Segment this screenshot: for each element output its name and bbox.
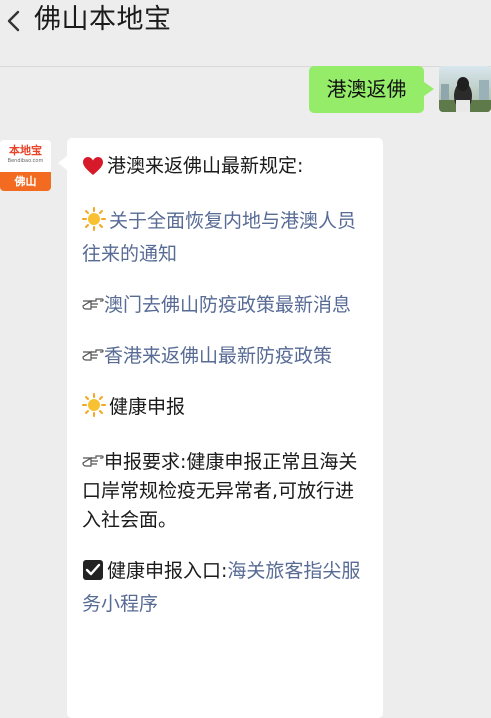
user-message-text: 港澳返佛: [326, 77, 407, 101]
requirement-paragraph: 申报要求:健康申报正常且海关口岸常规检疫无异常者,可放行进入社会面。: [82, 448, 372, 535]
red-heart-icon: [82, 156, 104, 185]
sun-icon: [82, 207, 106, 240]
link-item-3[interactable]: 香港来返佛山最新防疫政策: [82, 342, 372, 371]
bot-avatar-city: 佛山: [0, 172, 51, 191]
back-arrow-icon[interactable]: [4, 6, 24, 36]
reply-heading-text: 港澳来返佛山最新规定:: [107, 155, 304, 177]
bot-reply-content: 港澳来返佛山最新规定: 关于全面恢复内地与港澳人员往来的通知 澳门去佛山防疫政策…: [82, 152, 372, 619]
bot-avatar-top: 本地宝 Bendibao.com: [0, 140, 51, 172]
chat-title: 佛山本地宝: [34, 4, 172, 35]
sun-icon: [82, 393, 106, 426]
health-section-title-text: 健康申报: [109, 396, 186, 418]
user-message-bubble[interactable]: 港澳返佛: [309, 66, 434, 113]
reply-heading: 港澳来返佛山最新规定:: [82, 152, 372, 185]
link-item-1[interactable]: 关于全面恢复内地与港澳人员往来的通知: [82, 207, 372, 269]
pointing-hand-icon: [82, 342, 104, 361]
bot-avatar-url: Bendibao.com: [7, 158, 44, 164]
health-section-title: 健康申报: [82, 393, 372, 426]
link-text-3[interactable]: 香港来返佛山最新防疫政策: [104, 345, 332, 367]
top-bar: 佛山本地宝: [0, 0, 491, 67]
check-box-icon: [82, 559, 104, 590]
pointing-hand-icon: [82, 448, 104, 467]
requirement-prefix: 申报要求:: [104, 451, 187, 473]
bot-avatar-brand: 本地宝: [9, 144, 42, 157]
link-item-2[interactable]: 澳门去佛山防疫政策最新消息: [82, 291, 372, 320]
link-text-1[interactable]: 关于全面恢复内地与港澳人员往来的通知: [82, 210, 356, 265]
bot-reply-bubble: 港澳来返佛山最新规定: 关于全面恢复内地与港澳人员往来的通知 澳门去佛山防疫政策…: [58, 138, 383, 718]
bot-avatar[interactable]: 本地宝 Bendibao.com 佛山: [0, 140, 51, 191]
entry-label: 健康申报入口:: [107, 560, 228, 582]
pointing-hand-icon: [82, 291, 104, 310]
link-text-2[interactable]: 澳门去佛山防疫政策最新消息: [104, 294, 351, 316]
user-avatar[interactable]: [439, 66, 491, 112]
entry-paragraph: 健康申报入口:海关旅客指尖服务小程序: [82, 557, 372, 619]
